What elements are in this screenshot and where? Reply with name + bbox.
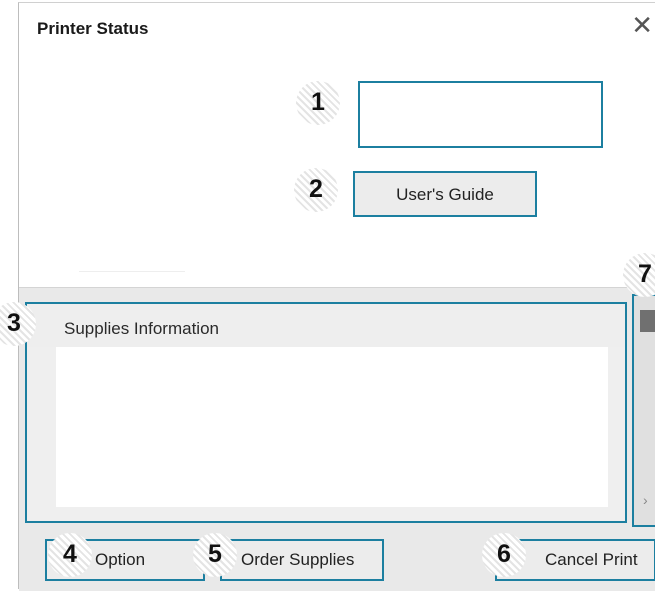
- supplies-information-panel: Supplies Information: [25, 302, 627, 523]
- scroll-thumb[interactable]: [640, 310, 655, 332]
- callout-1: 1: [296, 81, 340, 125]
- title-bar: Printer Status ✕: [19, 3, 655, 51]
- callout-6: 6: [482, 533, 526, 577]
- callout-2: 2: [294, 168, 338, 212]
- order-supplies-label: Order Supplies: [241, 550, 355, 569]
- supplies-header-label: Supplies Information: [64, 319, 219, 338]
- cancel-print-label: Cancel Print: [545, 550, 638, 569]
- option-label: Option: [95, 550, 146, 569]
- supplies-header: Supplies Information: [27, 304, 625, 347]
- window-title: Printer Status: [37, 19, 149, 38]
- supplies-content-area: [56, 347, 608, 507]
- callout-5: 5: [193, 533, 237, 577]
- printer-status-window: Printer Status ✕ User's Guide Supplies I…: [18, 2, 655, 591]
- users-guide-label: User's Guide: [396, 185, 494, 204]
- chevron-right-icon[interactable]: ›: [643, 492, 648, 508]
- divider: [79, 271, 185, 272]
- side-scroll-panel[interactable]: ›: [632, 294, 655, 527]
- callout-4: 4: [48, 533, 92, 577]
- close-icon[interactable]: ✕: [631, 13, 653, 39]
- order-supplies-button[interactable]: Order Supplies: [220, 539, 384, 581]
- printer-status-display: [358, 81, 603, 148]
- users-guide-button[interactable]: User's Guide: [353, 171, 537, 217]
